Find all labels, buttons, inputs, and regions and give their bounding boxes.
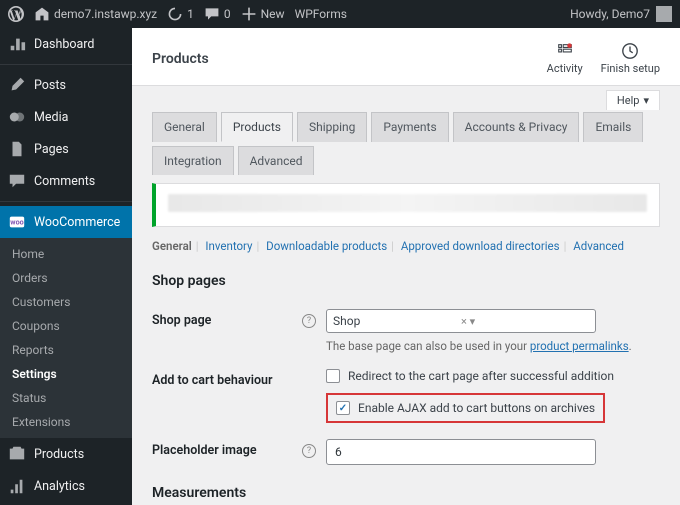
shop-pages-heading: Shop pages [152, 273, 660, 289]
settings-tabs: General Products Shipping Payments Accou… [132, 110, 680, 175]
menu-products[interactable]: Products [0, 438, 132, 470]
menu-dashboard[interactable]: Dashboard [0, 28, 132, 60]
help-icon[interactable]: ? [302, 314, 316, 328]
subnav-advanced[interactable]: Advanced [573, 239, 624, 253]
page-header: Products Activity Finish setup [132, 28, 680, 86]
menu-comments[interactable]: Comments [0, 165, 132, 197]
checkbox-icon[interactable] [336, 401, 350, 415]
tab-emails[interactable]: Emails [583, 112, 643, 142]
help-icon[interactable]: ? [302, 444, 316, 458]
avatar[interactable] [656, 6, 672, 22]
shop-page-select[interactable]: Shop × ▾ [326, 309, 596, 333]
submenu-orders[interactable]: Orders [0, 266, 132, 290]
menu-media[interactable]: Media [0, 101, 132, 133]
submenu-settings[interactable]: Settings [0, 362, 132, 386]
placeholder-input[interactable] [326, 439, 596, 465]
new-content[interactable]: New [241, 6, 285, 22]
admin-notice [152, 183, 660, 227]
finish-setup-button[interactable]: Finish setup [601, 42, 660, 75]
howdy[interactable]: Howdy, Demo7 [570, 7, 650, 21]
admin-bar: demo7.instawp.xyz 1 0 New WPForms Howdy,… [0, 0, 680, 28]
woocommerce-submenu: Home Orders Customers Coupons Reports Se… [0, 238, 132, 438]
menu-analytics[interactable]: Analytics [0, 470, 132, 502]
shop-page-label: Shop page [152, 309, 302, 328]
updates[interactable]: 1 [167, 6, 194, 22]
placeholder-label: Placeholder image [152, 439, 302, 458]
sub-nav: General| Inventory| Downloadable product… [132, 227, 680, 257]
admin-sidebar: Dashboard Posts Media Pages Comments woo… [0, 28, 132, 505]
redirect-checkbox-row[interactable]: Redirect to the cart page after successf… [326, 369, 660, 383]
menu-posts[interactable]: Posts [0, 69, 132, 101]
submenu-reports[interactable]: Reports [0, 338, 132, 362]
wpforms-link[interactable]: WPForms [295, 7, 347, 21]
svg-text:woo: woo [10, 218, 23, 227]
permalinks-link[interactable]: product permalinks [530, 339, 629, 353]
submenu-home[interactable]: Home [0, 242, 132, 266]
help-tab[interactable]: Help ▾ [606, 90, 660, 110]
submenu-status[interactable]: Status [0, 386, 132, 410]
tab-products[interactable]: Products [221, 112, 293, 142]
tab-payments[interactable]: Payments [371, 112, 448, 142]
comments-count[interactable]: 0 [204, 6, 231, 22]
tab-general[interactable]: General [152, 112, 217, 142]
submenu-customers[interactable]: Customers [0, 290, 132, 314]
tab-accounts[interactable]: Accounts & Privacy [453, 112, 580, 142]
submenu-coupons[interactable]: Coupons [0, 314, 132, 338]
subnav-inventory[interactable]: Inventory [205, 239, 252, 253]
wordpress-icon[interactable] [8, 6, 24, 22]
menu-pages[interactable]: Pages [0, 133, 132, 165]
menu-woocommerce[interactable]: wooWooCommerce [0, 206, 132, 238]
cart-behaviour-label: Add to cart behaviour [152, 369, 302, 388]
shop-page-desc: The base page can also be used in your p… [326, 339, 660, 353]
main-content: Products Activity Finish setup Help ▾ Ge… [132, 28, 680, 505]
tab-integration[interactable]: Integration [152, 146, 234, 175]
measurements-heading: Measurements [152, 485, 660, 501]
submenu-extensions[interactable]: Extensions [0, 410, 132, 434]
ajax-checkbox-row[interactable]: Enable AJAX add to cart buttons on archi… [336, 401, 595, 415]
subnav-approved[interactable]: Approved download directories [401, 239, 560, 253]
subnav-downloadable[interactable]: Downloadable products [266, 239, 387, 253]
subnav-general[interactable]: General [152, 239, 192, 253]
checkbox-icon[interactable] [326, 369, 340, 383]
tab-advanced[interactable]: Advanced [238, 146, 315, 175]
tab-shipping[interactable]: Shipping [297, 112, 367, 142]
page-title: Products [152, 51, 209, 67]
activity-button[interactable]: Activity [547, 42, 583, 75]
site-name[interactable]: demo7.instawp.xyz [34, 6, 157, 22]
